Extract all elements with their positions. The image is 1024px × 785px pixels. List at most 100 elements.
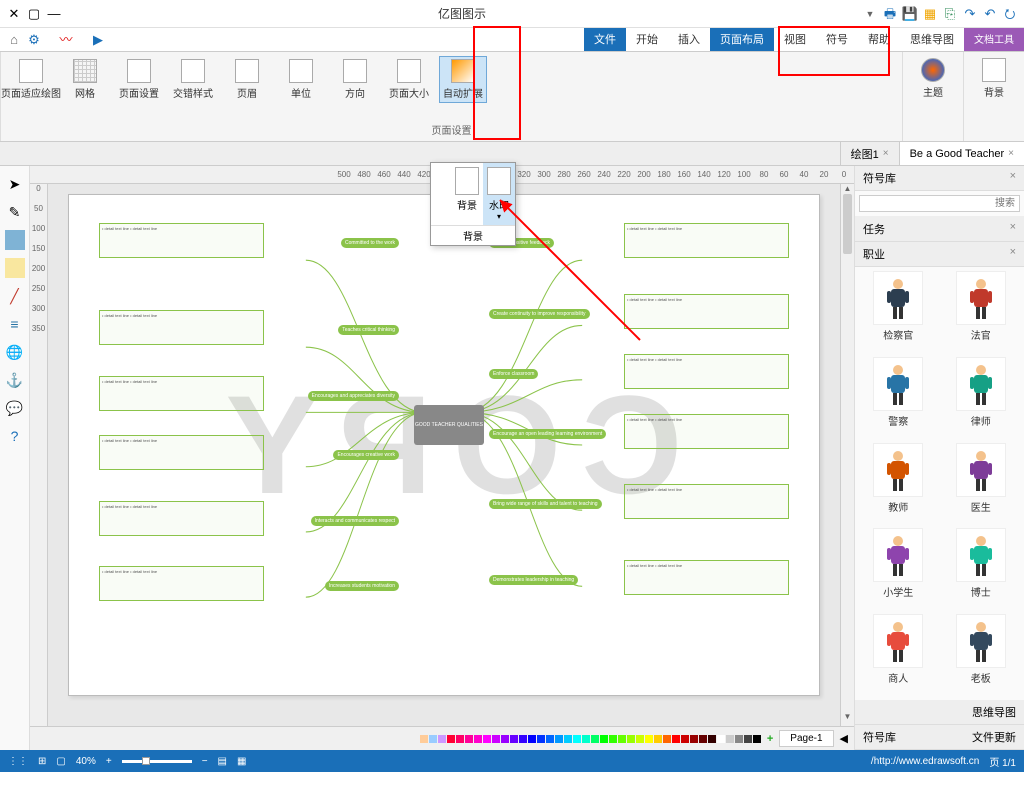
text-tool-icon[interactable]: ≡ bbox=[5, 314, 25, 334]
symbol-item[interactable]: 博士 bbox=[942, 528, 1021, 610]
view-mode-icon[interactable]: ▦ bbox=[237, 756, 246, 767]
background-button[interactable]: 背景 bbox=[970, 56, 1018, 101]
color-swatch[interactable] bbox=[528, 735, 536, 743]
color-swatch[interactable] bbox=[492, 735, 500, 743]
orientation-button[interactable]: 方向 bbox=[331, 57, 379, 102]
zoom-level[interactable]: 40% bbox=[76, 756, 96, 767]
color-swatch[interactable] bbox=[420, 735, 428, 743]
color-swatch[interactable] bbox=[609, 735, 617, 743]
color-swatch[interactable] bbox=[519, 735, 527, 743]
status-icon[interactable]: ⊞ bbox=[38, 756, 46, 767]
color-swatch[interactable] bbox=[753, 735, 761, 743]
color-swatch[interactable] bbox=[483, 735, 491, 743]
color-swatch[interactable] bbox=[555, 735, 563, 743]
add-page-icon[interactable]: + bbox=[767, 733, 773, 745]
symbol-item[interactable]: 教师 bbox=[859, 443, 938, 525]
panel-close-icon[interactable]: × bbox=[1010, 170, 1016, 186]
rect-tool-icon[interactable] bbox=[5, 230, 25, 250]
minimize-icon[interactable]: — bbox=[46, 6, 62, 22]
home-icon[interactable]: ⌂ bbox=[6, 32, 22, 48]
color-swatch[interactable] bbox=[456, 735, 464, 743]
gear-icon[interactable]: ⚙ bbox=[26, 32, 42, 48]
undo-icon[interactable]: ↶ bbox=[982, 6, 998, 22]
panel-section-job[interactable]: ×职业 bbox=[855, 242, 1024, 267]
page-fit-button[interactable]: 页面适应绘图 bbox=[7, 57, 55, 102]
color-swatch[interactable] bbox=[699, 735, 707, 743]
color-swatch[interactable] bbox=[735, 735, 743, 743]
color-swatch[interactable] bbox=[564, 735, 572, 743]
color-swatch[interactable] bbox=[501, 735, 509, 743]
unit-button[interactable]: 单位 bbox=[277, 57, 325, 102]
central-topic[interactable]: GOOD TEACHER QUALITIES bbox=[414, 405, 484, 445]
color-swatch[interactable] bbox=[573, 735, 581, 743]
symbol-item[interactable]: 法官 bbox=[942, 271, 1021, 353]
panel-update[interactable]: 文件更新符号库 bbox=[855, 725, 1024, 750]
view-mode-icon[interactable]: ▤ bbox=[218, 756, 227, 767]
topic-node[interactable]: Committed to the work bbox=[341, 238, 399, 248]
topic-node[interactable]: Encourage an open leading learning envir… bbox=[489, 429, 606, 439]
color-swatch[interactable] bbox=[600, 735, 608, 743]
topic-node[interactable]: Interacts and communicates respect bbox=[311, 516, 399, 526]
dropdown-icon[interactable]: ▼ bbox=[862, 6, 878, 22]
color-swatch[interactable] bbox=[708, 735, 716, 743]
color-swatch[interactable] bbox=[636, 735, 644, 743]
line-tool-icon[interactable]: ╱ bbox=[5, 286, 25, 306]
color-swatch[interactable] bbox=[438, 735, 446, 743]
symbol-item[interactable]: 老板 bbox=[942, 614, 1021, 696]
anchor-tool-icon[interactable]: ⚓ bbox=[5, 370, 25, 390]
symbol-item[interactable]: 医生 bbox=[942, 443, 1021, 525]
doc-tab-drawing1[interactable]: ×绘图1 bbox=[840, 142, 899, 165]
auto-layout-button[interactable]: 自动扩展 bbox=[439, 56, 487, 103]
theme-button[interactable]: 主题 bbox=[909, 56, 957, 101]
maximize-icon[interactable]: ▢ bbox=[26, 6, 42, 22]
new-icon[interactable]: ⎘ bbox=[942, 6, 958, 22]
redo-icon[interactable]: ↷ bbox=[962, 6, 978, 22]
close-tab-icon[interactable]: × bbox=[883, 148, 889, 159]
canvas[interactable]: COPY bbox=[48, 184, 840, 726]
zoom-slider[interactable] bbox=[122, 760, 192, 763]
topic-node[interactable]: Create continuity to improve responsibil… bbox=[489, 309, 590, 319]
color-swatch[interactable] bbox=[690, 735, 698, 743]
symbol-search-input[interactable] bbox=[859, 195, 1020, 212]
zoom-in-icon[interactable]: + bbox=[106, 756, 112, 767]
tab-file[interactable]: 文件 bbox=[584, 28, 626, 51]
pen-tool-icon[interactable]: ✎ bbox=[5, 202, 25, 222]
tab-help[interactable]: 帮助 bbox=[858, 28, 900, 51]
status-icon[interactable]: ⋮⋮ bbox=[8, 756, 28, 767]
image-tool-icon[interactable] bbox=[5, 258, 25, 278]
page-tab-1[interactable]: Page-1 bbox=[779, 730, 833, 747]
chat-tool-icon[interactable]: 💬 bbox=[5, 398, 25, 418]
topic-node[interactable]: Bring wide range of skills and talent to… bbox=[489, 499, 602, 509]
topic-node[interactable]: Encourages creative work bbox=[333, 450, 399, 460]
symbol-item[interactable]: 小学生 bbox=[859, 528, 938, 610]
tab-mindmap[interactable]: 思维导图 bbox=[900, 28, 964, 51]
color-swatch[interactable] bbox=[474, 735, 482, 743]
globe-tool-icon[interactable]: 🌐 bbox=[5, 342, 25, 362]
symbol-item[interactable]: 警察 bbox=[859, 357, 938, 439]
symbol-item[interactable]: 检察官 bbox=[859, 271, 938, 353]
topic-node[interactable]: Increases students motivation bbox=[325, 581, 399, 591]
background-option[interactable]: 背景 bbox=[451, 163, 483, 225]
panel-category[interactable]: 思维导图 bbox=[855, 700, 1024, 725]
color-swatch[interactable] bbox=[645, 735, 653, 743]
tab-view[interactable]: 视图 bbox=[774, 28, 816, 51]
pointer-tool-icon[interactable]: ➤ bbox=[5, 174, 25, 194]
symbol-item[interactable]: 商人 bbox=[859, 614, 938, 696]
color-swatch[interactable] bbox=[465, 735, 473, 743]
save-icon[interactable]: 💾 bbox=[902, 6, 918, 22]
color-swatch[interactable] bbox=[717, 735, 725, 743]
topic-node[interactable]: Demonstrates leadership in teaching bbox=[489, 575, 578, 585]
play-icon[interactable]: ▶ bbox=[90, 32, 106, 48]
topic-node[interactable]: Enforce classroom bbox=[489, 369, 538, 379]
color-swatch[interactable] bbox=[681, 735, 689, 743]
color-swatch[interactable] bbox=[582, 735, 590, 743]
color-swatch[interactable] bbox=[537, 735, 545, 743]
scrollbar-vertical[interactable]: ▲ ▼ bbox=[840, 184, 854, 726]
color-swatch[interactable] bbox=[663, 735, 671, 743]
color-swatch[interactable] bbox=[591, 735, 599, 743]
topic-node[interactable]: Encourages and appreciates diversity bbox=[308, 391, 399, 401]
topic-node[interactable]: Teaches critical thinking bbox=[338, 325, 399, 335]
tab-page-layout[interactable]: 页面布局 bbox=[710, 28, 774, 51]
watermark-option[interactable]: 水印▾ bbox=[483, 163, 515, 225]
color-swatch[interactable] bbox=[546, 735, 554, 743]
